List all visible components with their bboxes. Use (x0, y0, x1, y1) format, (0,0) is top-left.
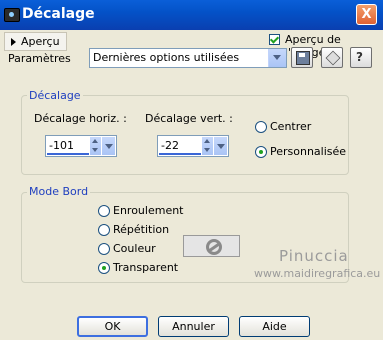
radio-center[interactable] (255, 121, 267, 133)
help-button[interactable]: Aide (239, 316, 310, 337)
horiz-offset-spinner[interactable]: -101 (45, 135, 117, 157)
help-icon: ? (356, 50, 363, 64)
up-down-arrows-icon[interactable] (202, 137, 213, 155)
randomize-icon (325, 50, 341, 66)
preview-toggle-button[interactable]: Aperçu (4, 32, 67, 51)
horiz-offset-value: -101 (49, 139, 74, 152)
watermark-url: www.maidiregrafica.eu (254, 267, 381, 280)
ok-button[interactable]: OK (77, 316, 148, 337)
radio-repeat[interactable] (98, 224, 110, 236)
up-down-arrows-icon[interactable] (90, 137, 101, 155)
radio-color-label: Couleur (113, 242, 156, 255)
chevron-down-icon[interactable] (102, 137, 115, 155)
randomize-button[interactable] (321, 47, 343, 68)
chevron-down-icon[interactable] (268, 49, 286, 67)
preview-button-label: Aperçu (21, 35, 60, 48)
horiz-offset-label: Décalage horiz. : (34, 112, 127, 125)
radio-color[interactable] (98, 243, 110, 255)
help-icon-button[interactable]: ? (350, 47, 372, 68)
edge-mode-group-title: Mode Bord (27, 185, 91, 198)
offset-group-title: Décalage (27, 89, 83, 102)
camera-icon (4, 8, 20, 22)
radio-center-label: Centrer (270, 120, 312, 133)
radio-selected-dot (259, 150, 263, 154)
radio-transparent[interactable] (98, 262, 110, 274)
preset-select-value: Dernières options utilisées (93, 51, 240, 64)
title-bar: Décalage X (0, 0, 383, 30)
play-arrow-icon (11, 38, 16, 46)
radio-transparent-label: Transparent (113, 261, 179, 274)
watermark-name: Pinuccia (279, 247, 349, 265)
cancel-button[interactable]: Annuler (158, 316, 229, 337)
slider-bar[interactable] (47, 153, 89, 155)
checkmark-icon (269, 34, 280, 44)
no-entry-icon (206, 239, 222, 255)
close-button[interactable]: X (356, 4, 377, 25)
slider-bar[interactable] (159, 153, 201, 155)
image-preview-checkbox[interactable] (269, 34, 280, 45)
vert-offset-value: -22 (161, 139, 179, 152)
window-title: Décalage (22, 6, 95, 22)
chevron-down-icon[interactable] (214, 137, 227, 155)
preset-select[interactable]: Dernières options utilisées (89, 48, 287, 68)
save-preset-button[interactable] (291, 47, 313, 68)
radio-wrap-label: Enroulement (113, 204, 184, 217)
color-swatch[interactable] (183, 235, 240, 257)
radio-repeat-label: Répétition (113, 223, 170, 236)
radio-wrap[interactable] (98, 205, 110, 217)
radio-selected-dot (102, 266, 106, 270)
parameters-label: Paramètres (8, 52, 71, 65)
save-icon (296, 51, 310, 65)
vert-offset-label: Décalage vert. : (145, 112, 233, 125)
dialog-window: Décalage X Aperçu Aperçu de l'image Para… (0, 0, 383, 340)
vert-offset-spinner[interactable]: -22 (157, 135, 229, 157)
radio-custom-label: Personnalisée (270, 145, 347, 158)
radio-custom[interactable] (255, 146, 267, 158)
